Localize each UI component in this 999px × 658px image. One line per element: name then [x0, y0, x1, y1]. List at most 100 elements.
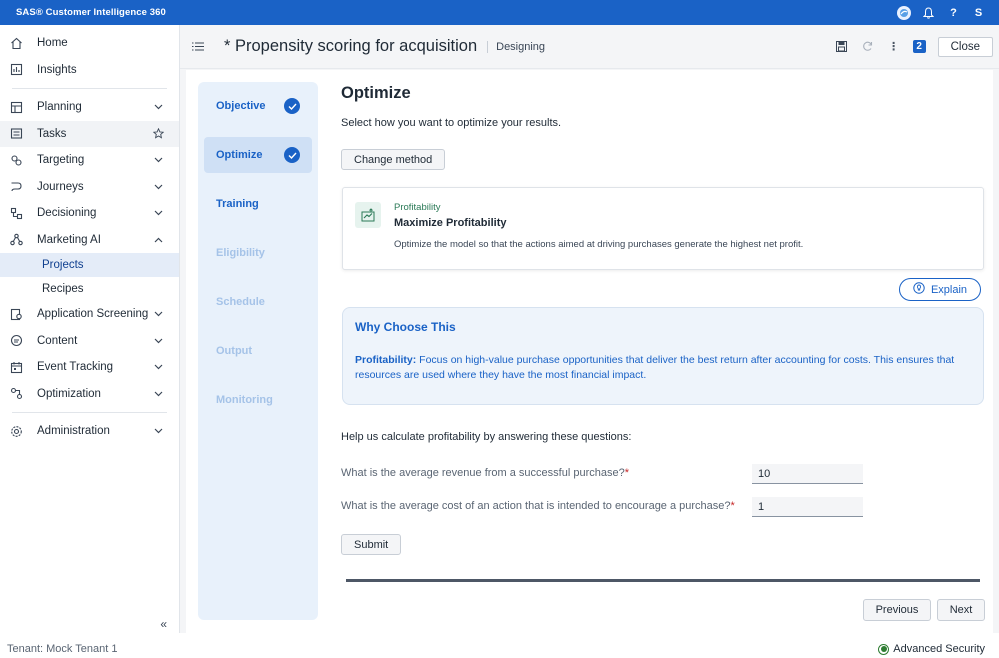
explain-button[interactable]: Explain [899, 278, 981, 301]
change-method-button[interactable]: Change method [341, 149, 446, 170]
step-label: Output [216, 345, 253, 357]
close-button[interactable]: Close [937, 36, 993, 57]
targeting-icon [9, 153, 23, 167]
sidebar-item-content[interactable]: Content [0, 328, 179, 355]
chevron-down-icon[interactable] [152, 335, 164, 347]
security-status-icon [878, 643, 890, 655]
why-title: Why Choose This [355, 320, 456, 334]
star-icon[interactable] [152, 128, 164, 140]
sidebar-subitem-projects[interactable]: Projects [0, 253, 179, 277]
list-icon[interactable] [192, 42, 206, 52]
chevron-down-icon[interactable] [152, 181, 164, 193]
checkmark-icon [284, 98, 300, 114]
user-avatar[interactable]: S [966, 0, 991, 25]
content-icon [9, 334, 23, 348]
administration-icon [9, 424, 23, 438]
sidebar-item-label: Home [37, 37, 68, 50]
next-button[interactable]: Next [937, 599, 985, 621]
wizard-stepper: Objective Optimize Training Eligibility … [198, 82, 318, 620]
chevron-down-icon[interactable] [152, 388, 164, 400]
step-training[interactable]: Training [204, 186, 312, 222]
chevron-down-icon[interactable] [152, 361, 164, 373]
chevron-down-icon[interactable] [152, 425, 164, 437]
sidebar-item-application-screening[interactable]: Application Screening [0, 301, 179, 328]
page-title: * Propensity scoring for acquisition [224, 37, 478, 55]
sidebar-item-label: Planning [37, 101, 82, 114]
decisioning-icon [9, 206, 23, 220]
chevron-down-icon[interactable] [152, 154, 164, 166]
explain-label: Explain [930, 283, 968, 296]
sidebar-item-marketing-ai[interactable]: Marketing AI [0, 227, 179, 254]
cost-input[interactable] [752, 497, 863, 517]
chevron-up-icon[interactable] [152, 234, 164, 246]
sidebar-item-home[interactable]: Home [0, 30, 179, 57]
app-screening-icon [9, 307, 23, 321]
sidebar-item-tasks[interactable]: Tasks [0, 120, 179, 147]
previous-button[interactable]: Previous [863, 599, 931, 621]
collapse-sidebar-button[interactable]: « [160, 617, 167, 631]
method-name: Maximize Profitability [394, 217, 507, 229]
status-label: Designing [487, 40, 545, 53]
why-text: Profitability: Focus on high-value purch… [355, 353, 977, 383]
sidebar-item-event-tracking[interactable]: Event Tracking [0, 354, 179, 381]
cost-question-label: What is the average cost of an action th… [341, 500, 735, 512]
lightbulb-icon [913, 282, 925, 297]
bell-icon[interactable] [916, 0, 941, 25]
journeys-icon [9, 180, 23, 194]
required-marker: * [730, 500, 735, 512]
checkmark-icon [284, 147, 300, 163]
chevron-down-icon[interactable] [152, 308, 164, 320]
sidebar-subitem-label: Recipes [42, 283, 84, 295]
security-status[interactable]: Advanced Security [878, 643, 985, 655]
sidebar-item-label: Application Screening [37, 308, 149, 321]
section-title: Optimize [341, 84, 411, 102]
section-subtitle: Select how you want to optimize your res… [341, 117, 562, 129]
notification-count-badge[interactable]: 2 [912, 40, 926, 53]
step-schedule: Schedule [204, 284, 312, 320]
more-options-icon[interactable]: ⋮ [887, 40, 901, 54]
sidebar-item-label: Insights [37, 63, 77, 76]
sidebar-item-administration[interactable]: Administration [0, 418, 179, 445]
step-label: Optimize [216, 149, 263, 161]
app-brand: SAS® Customer Intelligence 360 [16, 7, 166, 18]
chevron-down-icon[interactable] [152, 101, 164, 113]
help-text: Help us calculate profitability by answe… [341, 431, 632, 443]
refresh-icon[interactable] [861, 40, 875, 54]
sidebar-item-decisioning[interactable]: Decisioning [0, 200, 179, 227]
chevron-down-icon[interactable] [152, 207, 164, 219]
tasks-icon [9, 127, 23, 141]
sidebar-item-targeting[interactable]: Targeting [0, 147, 179, 174]
sidebar-item-label: Administration [37, 425, 110, 438]
sidebar-item-insights[interactable]: Insights [0, 57, 179, 84]
why-bold-label: Profitability: [355, 354, 417, 366]
event-tracking-icon [9, 360, 23, 374]
sidebar-subitem-recipes[interactable]: Recipes [0, 277, 179, 301]
sidebar-item-label: Marketing AI [37, 233, 101, 246]
help-icon[interactable]: ? [941, 0, 966, 25]
revenue-input[interactable] [752, 464, 863, 484]
step-monitoring: Monitoring [204, 382, 312, 418]
page-header: * Propensity scoring for acquisition Des… [180, 25, 999, 69]
sidebar-subitem-label: Projects [42, 259, 84, 271]
method-description: Optimize the model so that the actions a… [394, 239, 804, 250]
sidebar-item-label: Decisioning [37, 207, 97, 220]
sidebar-item-planning[interactable]: Planning [0, 94, 179, 121]
step-optimize[interactable]: Optimize [204, 137, 312, 173]
sidebar-item-label: Targeting [37, 154, 85, 167]
sidebar-item-journeys[interactable]: Journeys [0, 174, 179, 201]
sidebar-item-optimization[interactable]: Optimization [0, 381, 179, 408]
sidebar-item-label: Content [37, 334, 78, 347]
step-objective[interactable]: Objective [204, 88, 312, 124]
question-text: What is the average revenue from a succe… [341, 467, 625, 479]
security-label: Advanced Security [893, 643, 985, 655]
step-label: Eligibility [216, 247, 265, 259]
required-marker: * [624, 467, 629, 479]
progress-divider [346, 579, 980, 582]
submit-button[interactable]: Submit [341, 534, 402, 555]
sidebar-item-label: Event Tracking [37, 361, 114, 374]
sas-assistant-icon[interactable] [891, 0, 916, 25]
step-output: Output [204, 333, 312, 369]
step-eligibility: Eligibility [204, 235, 312, 271]
save-icon[interactable] [835, 40, 849, 54]
step-label: Training [216, 198, 259, 210]
